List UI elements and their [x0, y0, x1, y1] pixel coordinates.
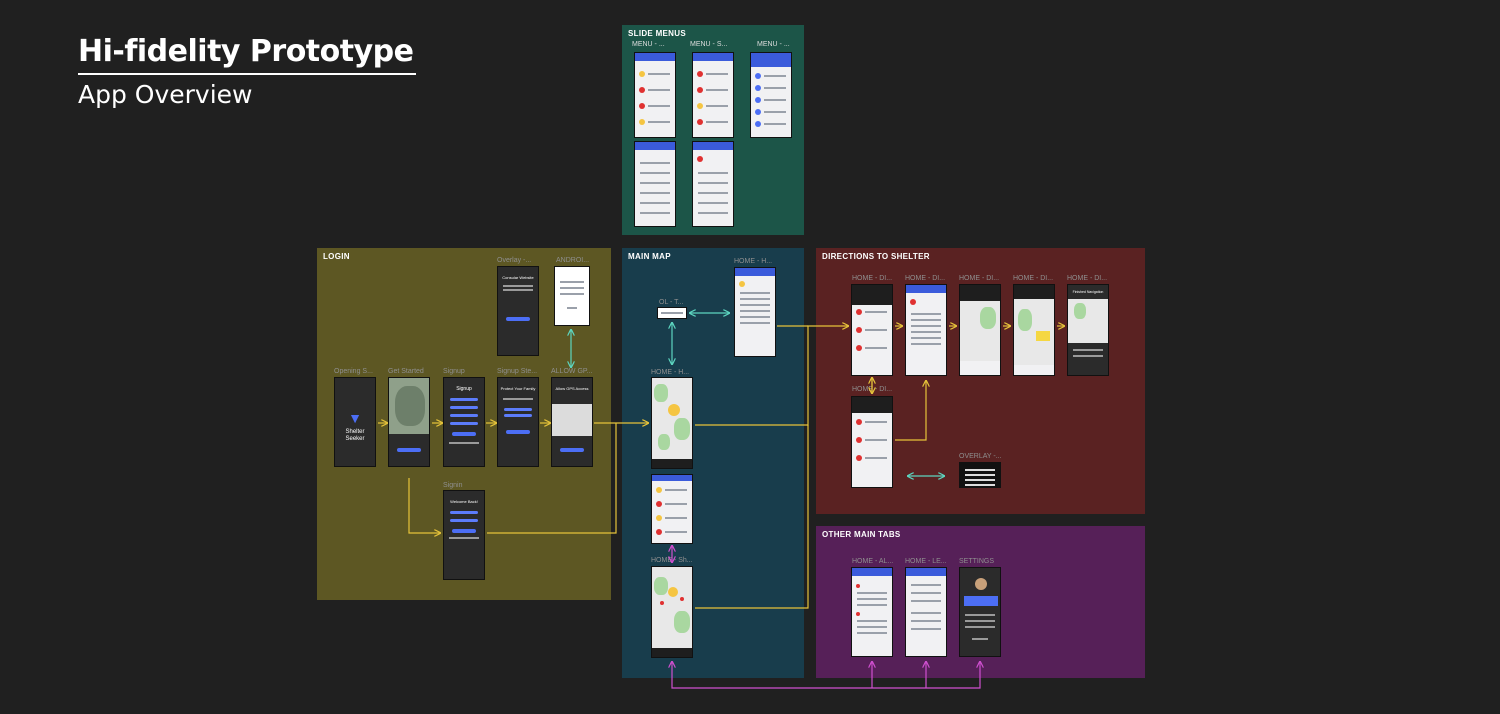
flow-connectors — [378, 0, 1500, 689]
